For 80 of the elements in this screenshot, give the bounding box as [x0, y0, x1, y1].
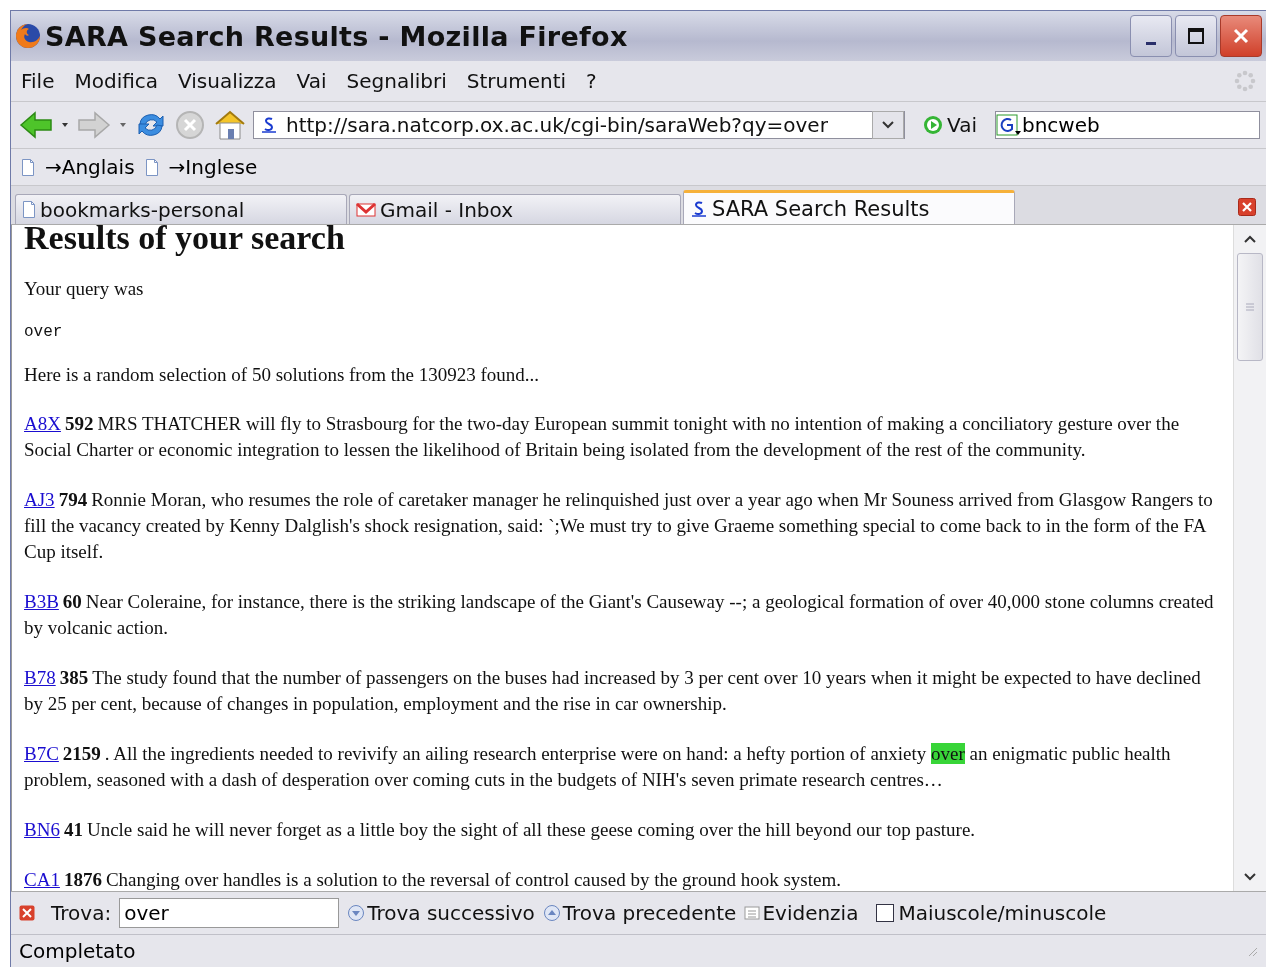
menu-item[interactable]: Vai	[296, 69, 327, 93]
result-link[interactable]: BN6	[24, 819, 60, 841]
home-icon	[213, 109, 247, 141]
minimize-icon	[1146, 41, 1156, 45]
grip-icon	[1246, 303, 1254, 311]
menu-item[interactable]: Strumenti	[466, 69, 567, 93]
close-button[interactable]	[1220, 15, 1262, 57]
scroll-down-icon	[1244, 873, 1256, 881]
close-icon	[1232, 27, 1250, 45]
result-text: B78 385 The study found that the number of passengers on the buses had increased by 3 per cent over 10 years when it might be expected to have declined by 25 per cent, because of changes in population, employment and the rise in car ownership.	[24, 666, 1202, 717]
result-link[interactable]: CA1	[24, 869, 60, 891]
browser-tab[interactable]: SARA Search Results	[683, 190, 1015, 224]
back-dropdown-button[interactable]	[59, 122, 71, 128]
menu-item[interactable]: Visualizza	[178, 69, 277, 93]
forward-dropdown-button[interactable]	[117, 122, 129, 128]
find-label: Trova:	[51, 901, 112, 925]
result-text: BN6 41 Uncle said he will never forget as a little boy the sight of all these geese coming over the hill beyond our top pasture.	[24, 818, 977, 843]
caret-icon	[61, 122, 69, 128]
maximize-button[interactable]	[1175, 15, 1217, 57]
close-icon	[1238, 198, 1256, 216]
maximize-icon	[1187, 27, 1205, 45]
page-icon	[22, 201, 36, 218]
history-dropdown-button[interactable]	[872, 111, 904, 139]
query-text: over	[24, 323, 64, 343]
menu-item[interactable]: ?	[586, 69, 597, 93]
caret-icon	[119, 122, 127, 128]
window-title: SARA Search Results - Mozilla Firefox	[45, 20, 628, 52]
close-icon	[19, 905, 35, 921]
menu-item[interactable]: File	[21, 69, 55, 93]
close-tab-button[interactable]	[1238, 198, 1256, 216]
up-circle-icon	[542, 904, 561, 922]
status-text: Completato	[19, 939, 137, 963]
search-engine-icon	[995, 114, 1022, 136]
match-case-checkbox[interactable]: Maiuscole/minuscole	[876, 901, 1107, 925]
result-text: AJ3 794 Ronnie Moran, who resumes the role of caretaker manager he relinquished just over a year ago when Mr Souness arrived from Glasgow Rangers to fill the vacancy created by Kenny Dalglish's shock resignation, said: `;We must try to give Graeme something special to come back to in the form of the FA Cup itself.	[24, 488, 1214, 565]
go-icon	[923, 115, 943, 135]
highlight-icon	[744, 905, 761, 921]
down-circle-icon	[347, 904, 366, 922]
chevron-down-icon	[882, 121, 894, 129]
result-link[interactable]: AJ3	[24, 489, 55, 511]
result-link[interactable]: B78	[24, 667, 56, 689]
results-summary: Here is a random selection of 50 solutions from the 130923 found...	[24, 364, 540, 388]
stop-icon	[175, 110, 205, 140]
find-field[interactable]: over	[119, 898, 340, 928]
mail-icon	[356, 201, 376, 218]
forward-arrow-icon	[77, 110, 111, 140]
result-text: CA1 1876 Changing over handles is a solution to the reversal of control caused by the ground hook system.	[24, 868, 842, 891]
scroll-up-icon	[1244, 235, 1256, 243]
bookmark-item[interactable]: →Anglais	[21, 155, 135, 179]
throbber-icon	[1234, 70, 1256, 92]
menu-item[interactable]: Segnalibri	[346, 69, 447, 93]
page-icon	[21, 158, 35, 176]
result-text: B7C 2159 . All the ingredients needed to revivify an ailing research enterprise were on hand: a hefty portion of anxiety over an enigmatic public health problem, seasoned with a dash of desperation over coming cuts in the budgets of NIH's seven primate research centres…	[24, 742, 1172, 793]
close-find-button[interactable]	[19, 905, 35, 921]
address-text: http://sara.natcorp.ox.ac.uk/cgi-bin/saraWeb?qy=over	[286, 113, 829, 137]
search-field[interactable]: bncweb	[994, 111, 1260, 139]
query-label: Your query was	[24, 278, 145, 302]
result-text: B3B 60 Near Coleraine, for instance, there is the striking landscape of the Giant's Causeway --; a geological formation of over 40,000 stone columns created by volcanic action.	[24, 590, 1215, 641]
vertical-scrollbar[interactable]	[1233, 225, 1266, 891]
firefox-logo-icon	[15, 23, 41, 49]
browser-tab[interactable]: Gmail - Inbox	[349, 194, 681, 224]
sara-logo-icon	[690, 199, 708, 218]
highlight-button[interactable]: Evidenzia	[744, 901, 859, 925]
search-text: bncweb	[1021, 113, 1100, 137]
result-link[interactable]: A8X	[24, 413, 61, 435]
browser-tab[interactable]: bookmarks-personal	[15, 194, 347, 224]
bookmark-item[interactable]: →Inglese	[144, 155, 258, 179]
page-icon	[144, 158, 159, 176]
find-next-button[interactable]: Trova successivo	[347, 901, 535, 925]
result-link[interactable]: B3B	[24, 591, 59, 613]
address-field[interactable]: http://sara.natcorp.ox.ac.uk/cgi-bin/saraWeb?qy=over	[253, 111, 905, 139]
resize-grip-icon	[1246, 945, 1258, 957]
find-previous-button[interactable]: Trova precedente	[542, 901, 737, 925]
menu-item[interactable]: Modifica	[74, 69, 159, 93]
result-text: A8X 592 MRS THATCHER will fly to Strasbourg for the two-day European summit tonight with no intention of making a conciliatory gesture over the Social Charter or economic integration to lessen the likelihood of Britain being isolated from the development of the rest of the community.	[24, 412, 1181, 463]
sara-logo-icon	[260, 116, 278, 134]
page-heading: Results of your search	[24, 225, 346, 257]
result-link[interactable]: B7C	[24, 743, 59, 765]
go-button[interactable]: Vai	[917, 112, 983, 138]
back-arrow-icon	[19, 110, 53, 140]
